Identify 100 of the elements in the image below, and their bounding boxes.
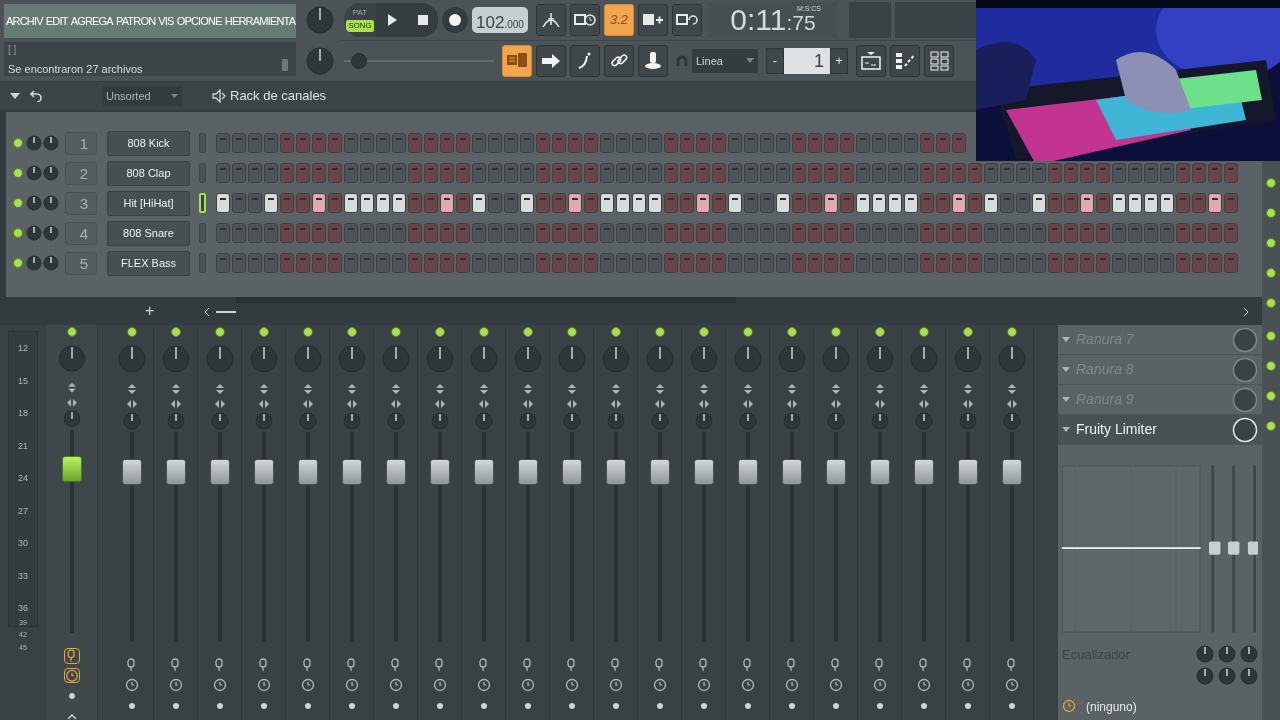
left-right-arrow-icon[interactable] [741,399,754,409]
wait-button[interactable] [570,3,600,36]
clock-icon[interactable] [740,678,755,692]
track-led[interactable] [742,327,753,337]
channel-name-button[interactable]: 808 Kick [107,130,190,156]
fader-handle[interactable] [737,458,758,485]
clock-icon[interactable] [784,678,799,692]
left-right-arrow-icon[interactable] [961,399,974,409]
stereo-knob[interactable] [62,410,81,428]
clock-icon[interactable] [916,678,931,692]
step-button[interactable] [216,193,230,213]
stereo-knob[interactable] [254,412,273,430]
clock-icon[interactable] [476,678,491,692]
fader-handle[interactable] [341,458,362,485]
send-knob[interactable] [513,345,542,373]
left-right-arrow-icon[interactable] [873,399,886,409]
clock-icon[interactable] [1062,699,1078,715]
fader-handle[interactable] [253,458,274,485]
step-button[interactable] [360,193,374,213]
clock-icon[interactable] [1004,678,1019,692]
track-led[interactable] [522,327,533,337]
left-right-arrow-icon[interactable] [169,399,182,409]
fader-handle[interactable] [693,458,714,485]
left-right-arrow-icon[interactable] [477,399,490,409]
stereo-knob[interactable] [870,412,889,430]
send-knob[interactable] [645,345,674,373]
send-knob[interactable] [469,345,498,373]
stereo-knob[interactable] [166,412,185,430]
dot-icon[interactable] [963,702,972,710]
left-right-arrow-icon[interactable] [345,399,358,409]
step-button[interactable] [872,193,886,213]
dot-icon[interactable] [655,702,664,710]
led-icon[interactable] [1266,331,1276,341]
fader-handle[interactable] [1001,458,1022,485]
up-down-arrow-icon[interactable] [522,383,533,395]
clock-icon[interactable] [872,678,887,692]
effect-slot[interactable]: Fruity Limiter [1058,415,1262,445]
fader-handle[interactable] [429,458,450,485]
eq-knob[interactable] [1196,645,1214,663]
stereo-knob[interactable] [386,412,405,430]
step-add-button[interactable] [638,3,668,36]
left-right-arrow-icon[interactable] [653,399,666,409]
up-down-arrow-icon[interactable] [918,383,929,395]
snap-dropdown[interactable]: Linea [692,48,758,73]
fader-handle[interactable] [517,458,538,485]
dot-icon[interactable] [347,702,356,710]
stamp-tool-button[interactable] [638,44,668,77]
channel-name-button[interactable]: FLEX Bass [107,250,190,276]
track-led[interactable] [654,327,665,337]
up-down-arrow-icon[interactable] [1006,383,1017,395]
fader-handle[interactable] [297,458,318,485]
tempo-field[interactable]: 102.000 [472,6,528,33]
step-button[interactable] [600,193,614,213]
up-down-arrow-icon[interactable] [566,383,577,395]
send-knob[interactable] [117,345,146,373]
arrow-tool-button[interactable] [536,44,566,77]
up-down-arrow-icon[interactable] [214,383,225,395]
menu-item[interactable]: PATRON [115,12,156,30]
stereo-knob[interactable] [518,412,537,430]
fader-handle[interactable] [473,458,494,485]
send-knob[interactable] [249,345,278,373]
clock-icon[interactable] [212,678,227,692]
track-led[interactable] [566,327,577,337]
fader-handle[interactable] [121,458,142,485]
left-right-arrow-icon[interactable] [609,399,622,409]
slider-thumb[interactable] [350,52,367,69]
mixer-track-number[interactable]: 2 [65,161,97,185]
up-down-arrow-icon[interactable] [830,383,841,395]
up-down-arrow-icon[interactable] [786,383,797,395]
add-channel-button[interactable]: + [145,299,155,323]
playlist-window-button[interactable] [856,44,886,77]
step-button[interactable] [440,193,454,213]
step-button[interactable] [1128,193,1142,213]
step-button[interactable] [1160,193,1174,213]
mixer-track-number[interactable]: 3 [65,191,97,215]
send-knob[interactable] [909,345,938,373]
dot-icon[interactable] [611,702,620,710]
clock-icon[interactable] [168,678,183,692]
track-led[interactable] [258,327,269,337]
menu-item[interactable]: VIS [158,12,174,30]
led-icon[interactable] [1266,178,1276,188]
up-down-arrow-icon[interactable] [962,383,973,395]
step-button[interactable] [904,193,918,213]
left-right-arrow-icon[interactable] [213,399,226,409]
stereo-knob[interactable] [210,412,229,430]
channel-mute-led[interactable] [13,258,23,268]
up-down-arrow-icon[interactable] [478,383,489,395]
track-led[interactable] [962,327,973,337]
send-knob[interactable] [337,345,366,373]
step-button[interactable] [648,193,662,213]
slide-tool-button[interactable] [570,44,600,77]
fader-handle[interactable] [781,458,802,485]
up-down-arrow-icon[interactable] [434,383,445,395]
dot-icon[interactable] [743,702,752,710]
clock-icon[interactable] [520,678,535,692]
fader-handle[interactable] [561,458,582,485]
up-down-arrow-icon[interactable] [170,383,181,395]
track-led[interactable] [874,327,885,337]
pattern-increment-button[interactable]: + [830,47,848,74]
stop-button[interactable] [407,2,438,37]
